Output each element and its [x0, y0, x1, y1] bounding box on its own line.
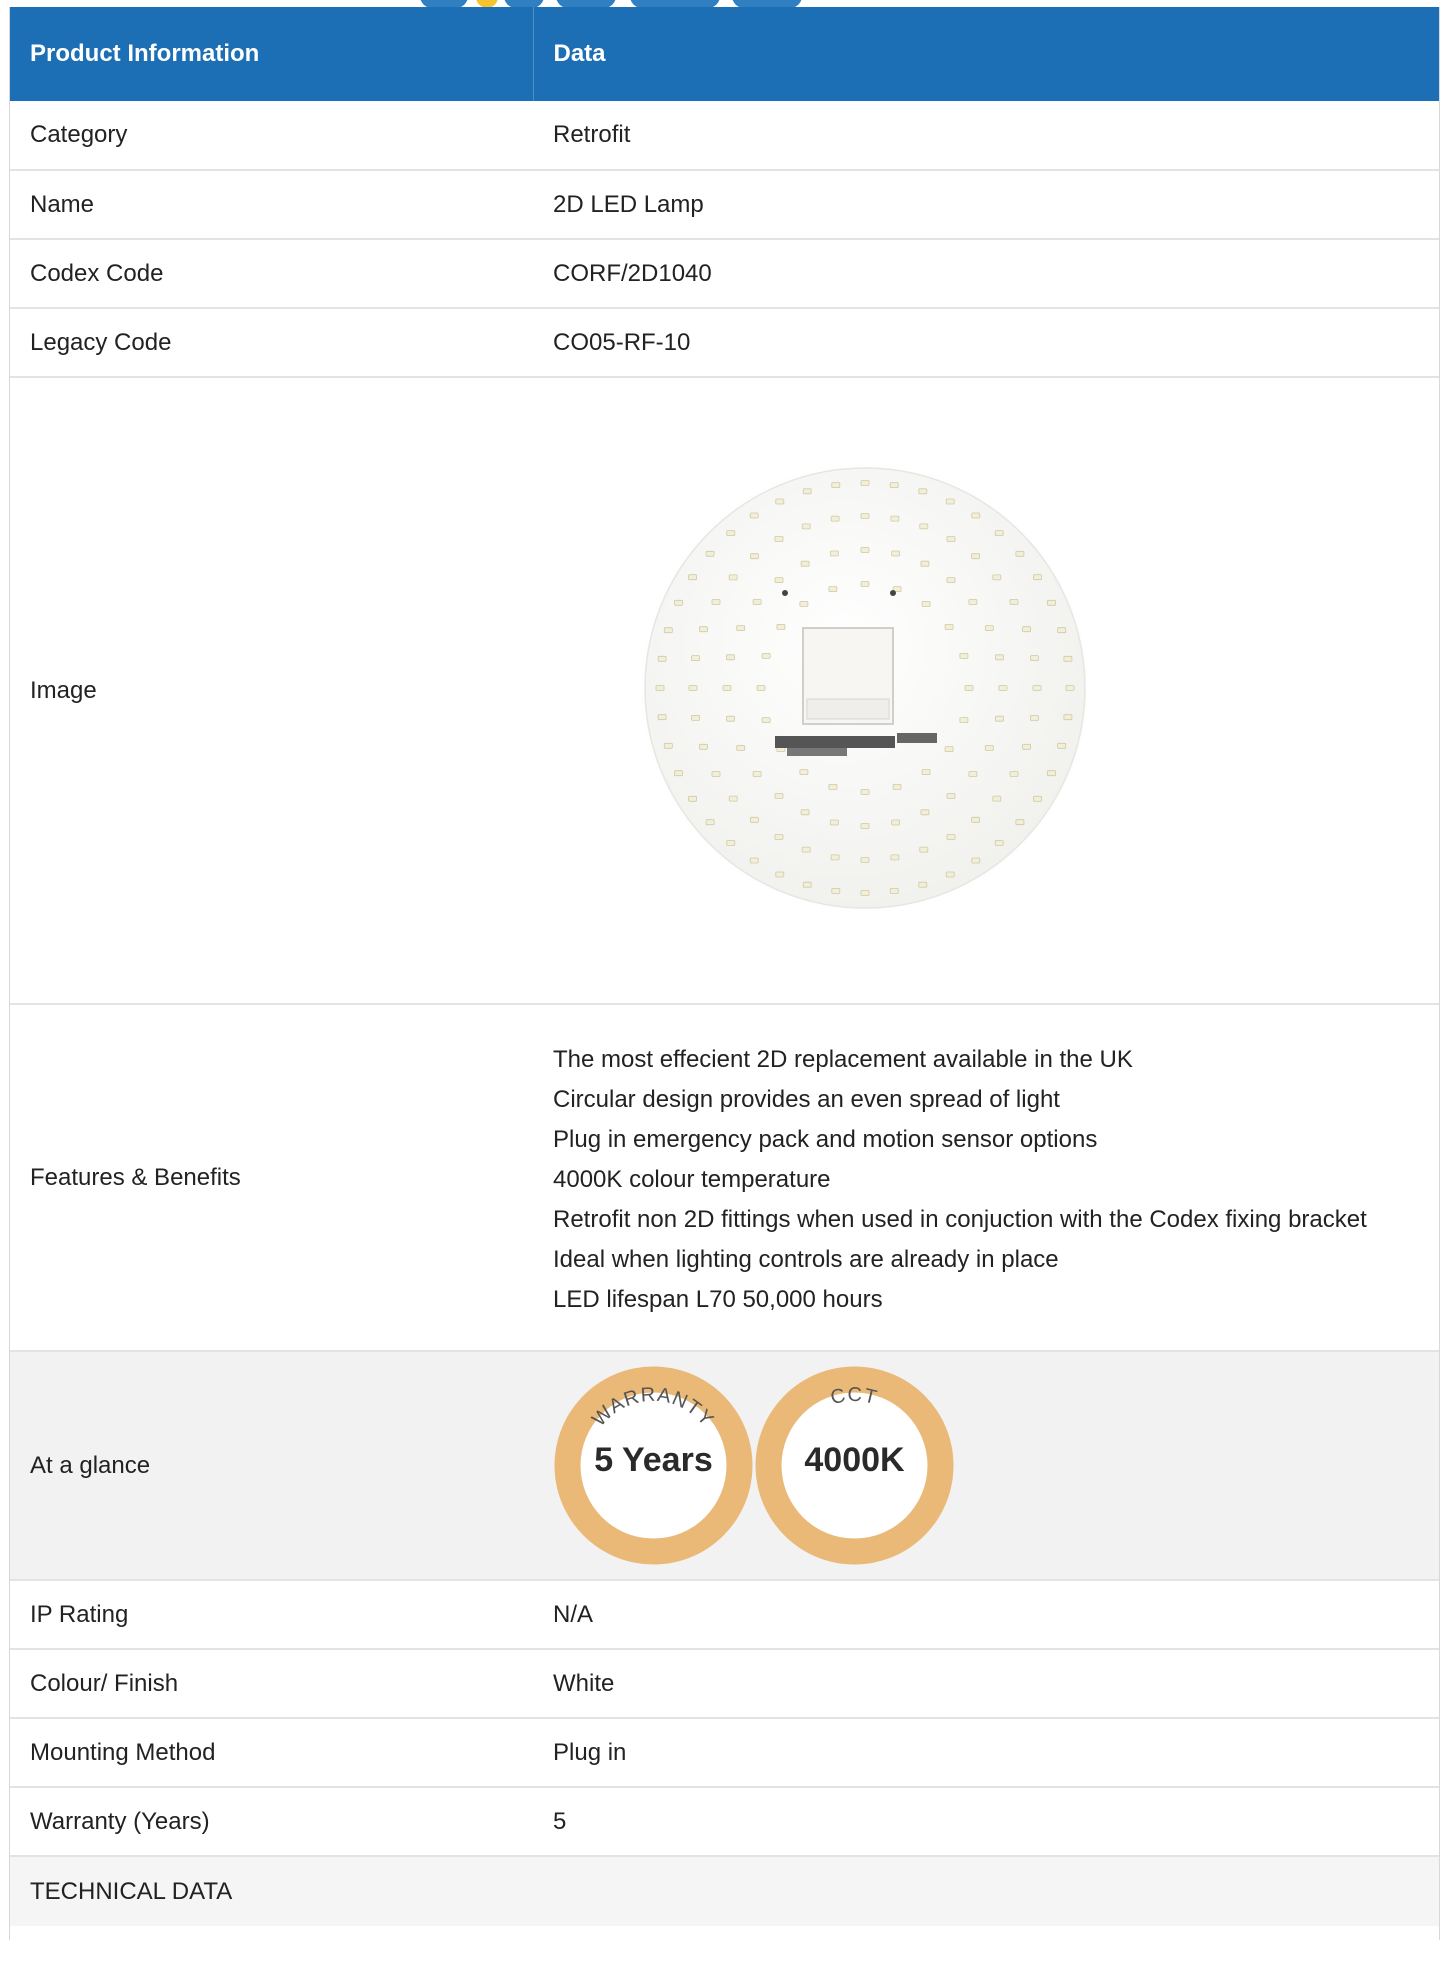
list-item: 4000K colour temperature [553, 1165, 831, 1193]
row-value-badges: WARRANTY 5 Years CCT 4000K [533, 1351, 1439, 1581]
svg-text:CCT: CCT [829, 1384, 880, 1409]
list-item: Retrofit non 2D fittings when used in co… [553, 1205, 1367, 1233]
table-row-codex-code: Codex Code CORF/2D1040 [10, 239, 1439, 309]
badge-arc-text: CCT [829, 1384, 879, 1409]
product-info-table: Product Information Data Category Retrof… [10, 7, 1439, 1926]
glance-badges: WARRANTY 5 Years CCT 4000K [551, 1363, 1439, 1568]
table-row-category: Category Retrofit [10, 101, 1439, 171]
column-header-data[interactable]: Data [533, 7, 1439, 101]
list-item: The most effecient 2D replacement availa… [553, 1045, 1133, 1073]
row-value: Plug in [533, 1718, 1439, 1788]
circular-led-board-image[interactable] [625, 433, 1105, 953]
list-item: Ideal when lighting controls are already… [553, 1245, 1059, 1273]
row-value: 2D LED Lamp [533, 170, 1439, 240]
cct-badge: CCT 4000K [752, 1363, 957, 1568]
table-row-mounting-method: Mounting Method Plug in [10, 1718, 1439, 1788]
table-row-warranty-years: Warranty (Years) 5 [10, 1787, 1439, 1857]
warranty-badge: WARRANTY 5 Years [551, 1363, 756, 1568]
section-heading-technical-data: TECHNICAL DATA [10, 1856, 1439, 1926]
row-label: At a glance [10, 1351, 533, 1581]
row-label: IP Rating [10, 1580, 533, 1650]
list-item: Plug in emergency pack and motion sensor… [553, 1125, 1098, 1153]
row-label: Name [10, 170, 533, 240]
row-value: CORF/2D1040 [533, 239, 1439, 309]
table-row-legacy-code: Legacy Code CO05-RF-10 [10, 308, 1439, 378]
row-label: Category [10, 101, 533, 171]
row-label: Colour/ Finish [10, 1649, 533, 1719]
product-page: Product Information Data Category Retrof… [0, 0, 1444, 1988]
row-label: Features & Benefits [10, 1004, 533, 1352]
table-header-row: Product Information Data [10, 7, 1439, 101]
table-row-name: Name 2D LED Lamp [10, 170, 1439, 240]
table-row-at-a-glance: At a glance WARRANTY 5 Years CCT 4000K [10, 1351, 1439, 1581]
table-row-colour-finish: Colour/ Finish White [10, 1649, 1439, 1719]
row-value: 5 [533, 1787, 1439, 1857]
table-row-ip-rating: IP Rating N/A [10, 1580, 1439, 1650]
page-bottom-spacer [0, 1940, 1444, 1988]
product-table-container: Product Information Data Category Retrof… [9, 7, 1440, 1988]
column-header-product-information[interactable]: Product Information [10, 7, 534, 101]
row-value: N/A [533, 1580, 1439, 1650]
row-label: Warranty (Years) [10, 1787, 533, 1857]
table-row-image: Image [10, 377, 1439, 1005]
badge-value: 5 Years [594, 1441, 713, 1479]
row-value: Retrofit [533, 101, 1439, 171]
table-row-technical-data: TECHNICAL DATA [10, 1856, 1439, 1926]
list-item: LED lifespan L70 50,000 hours [553, 1285, 883, 1313]
row-value: CO05-RF-10 [533, 308, 1439, 378]
badge-value: 4000K [804, 1441, 905, 1479]
table-row-features-benefits: Features & Benefits The most effecient 2… [10, 1004, 1439, 1352]
row-label: Legacy Code [10, 308, 533, 378]
row-label: Codex Code [10, 239, 533, 309]
row-value-features: The most effecient 2D replacement availa… [533, 1004, 1439, 1352]
row-value-image [533, 377, 1439, 1005]
features-list: The most effecient 2D replacement availa… [553, 1036, 1439, 1320]
row-value: White [533, 1649, 1439, 1719]
row-label: Mounting Method [10, 1718, 533, 1788]
row-label: Image [10, 377, 533, 1005]
list-item: Circular design provides an even spread … [553, 1085, 1060, 1113]
